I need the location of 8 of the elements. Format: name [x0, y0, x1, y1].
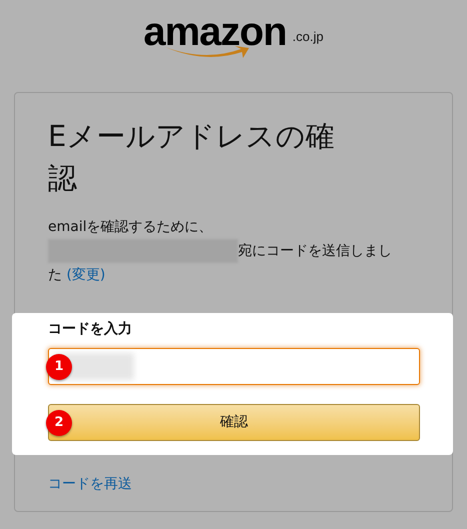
domain-suffix: .co.jp — [292, 28, 324, 46]
change-link[interactable]: (変更) — [66, 267, 106, 284]
page-title: Eメールアドレスの確認 — [48, 118, 336, 197]
logo-wordmark: amazon — [143, 12, 286, 52]
field-label: コードを入力 — [48, 320, 133, 340]
code-input-field[interactable] — [48, 348, 420, 386]
resend-code-link[interactable]: コードを再送 — [48, 476, 132, 492]
message-text: emailを確認するために、 宛にコードを送信しました (変更) — [48, 218, 393, 286]
